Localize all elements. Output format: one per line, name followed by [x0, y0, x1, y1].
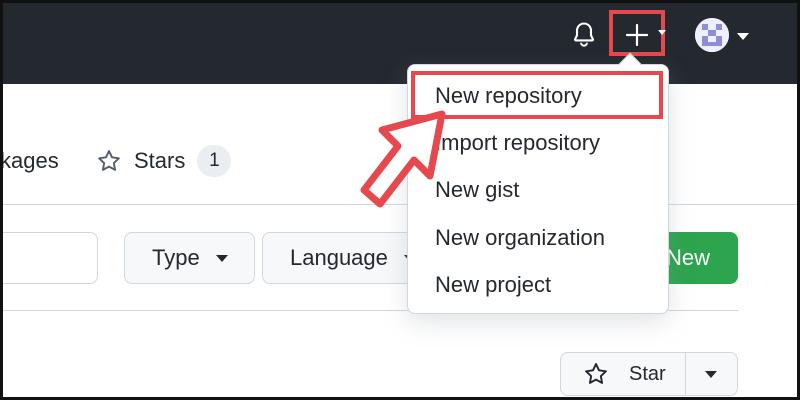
avatar-caret-icon[interactable]: [737, 33, 749, 40]
top-navigation-bar: [0, 0, 800, 84]
find-repository-input[interactable]: [0, 232, 98, 284]
tab-packages[interactable]: kages: [0, 148, 59, 174]
language-filter-label: Language: [290, 245, 388, 270]
avatar-identicon: [695, 18, 729, 52]
create-new-button[interactable]: [609, 10, 665, 56]
tab-stars[interactable]: Stars 1: [96, 144, 232, 178]
star-button-label: Star: [629, 362, 666, 385]
plus-icon: [626, 24, 648, 46]
bell-icon[interactable]: [570, 20, 598, 48]
star-button-group: Star: [560, 352, 738, 396]
star-icon: [585, 363, 607, 384]
menu-item-new-project[interactable]: New project: [408, 262, 670, 308]
type-filter-button[interactable]: Type: [124, 232, 255, 284]
star-icon: [98, 150, 120, 171]
star-button-divider: [685, 353, 686, 395]
type-filter-label: Type: [152, 245, 200, 270]
menu-item-new-organization[interactable]: New organization: [408, 215, 670, 261]
new-button-label: New: [665, 245, 710, 270]
tab-stars-label: Stars: [134, 148, 186, 173]
create-caret-icon: [658, 30, 666, 35]
avatar[interactable]: [695, 18, 729, 52]
star-button[interactable]: Star: [561, 353, 685, 395]
chevron-down-icon: [215, 254, 228, 262]
stars-counter-badge: 1: [197, 145, 232, 177]
star-list-caret-icon[interactable]: [705, 371, 717, 378]
annotation-arrow-icon: [360, 110, 446, 208]
